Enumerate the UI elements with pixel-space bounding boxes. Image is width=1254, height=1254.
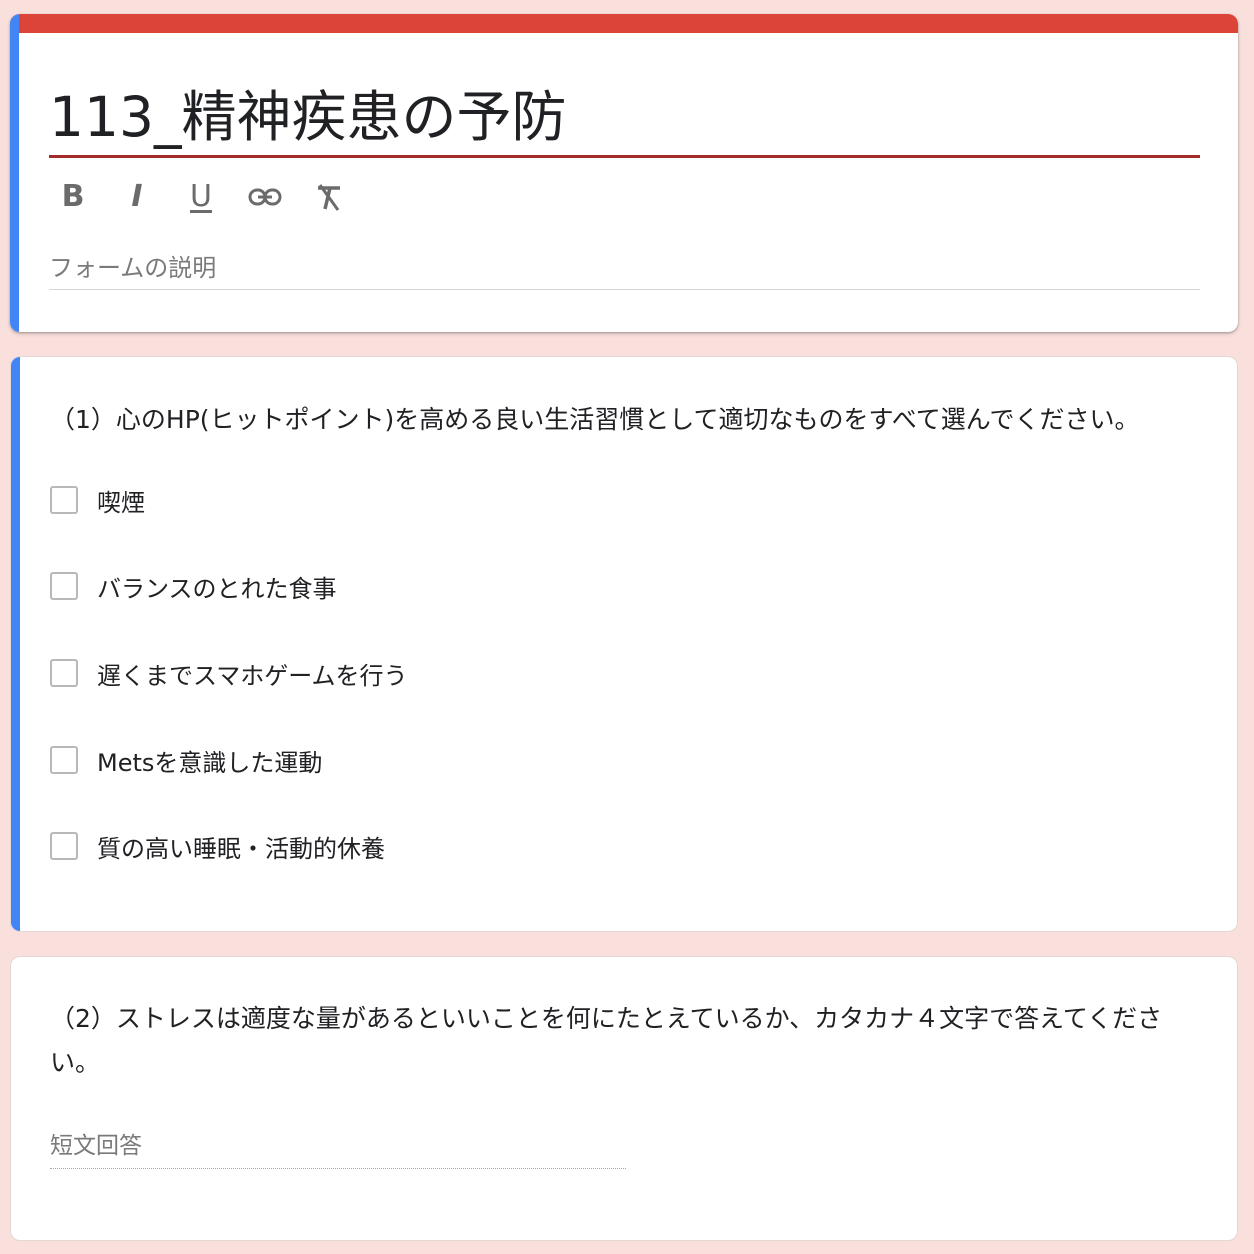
checkbox-option[interactable]: Metsを意識した運動 xyxy=(50,740,322,780)
form-title[interactable]: 113_精神疾患の予防 xyxy=(49,82,566,152)
checkbox[interactable] xyxy=(50,486,78,514)
checkbox-option[interactable]: 遅くまでスマホゲームを行う xyxy=(50,653,408,693)
active-card-indicator xyxy=(10,14,19,332)
option-label: 遅くまでスマホゲームを行う xyxy=(97,661,408,690)
italic-icon: I xyxy=(131,179,143,214)
link-button[interactable] xyxy=(241,174,289,220)
option-label: Metsを意識した運動 xyxy=(97,748,323,777)
italic-button[interactable]: I xyxy=(113,174,161,220)
text-format-toolbar: B I U xyxy=(49,174,369,220)
checkbox[interactable] xyxy=(50,832,78,860)
option-label: バランスのとれた食事 xyxy=(97,574,337,603)
checkbox[interactable] xyxy=(50,659,78,687)
form-description-input[interactable] xyxy=(49,246,1200,290)
clear-format-button[interactable] xyxy=(305,174,353,220)
link-icon xyxy=(248,188,282,206)
underline-button[interactable]: U xyxy=(177,174,225,220)
question-title: （1）心のHP(ヒットポイント)を高める良い生活習慣として適切なものをすべて選ん… xyxy=(50,405,1140,434)
header-color-stripe xyxy=(10,14,1238,33)
checkbox[interactable] xyxy=(50,746,78,774)
question-title: （2）ストレスは適度な量があるといいことを何にたとえているか、カタカナ４文字で答… xyxy=(50,1004,1163,1077)
checkbox[interactable] xyxy=(50,572,78,600)
active-card-indicator xyxy=(11,357,20,931)
option-label: 喫煙 xyxy=(97,488,145,517)
question-card-2[interactable]: （2）ストレスは適度な量があるといいことを何にたとえているか、カタカナ４文字で答… xyxy=(10,956,1238,1241)
question-card-1[interactable]: （1）心のHP(ヒットポイント)を高める良い生活習慣として適切なものをすべて選ん… xyxy=(10,356,1238,932)
checkbox-option[interactable]: バランスのとれた食事 xyxy=(50,566,337,606)
format-clear-icon xyxy=(318,184,340,211)
bold-icon: B xyxy=(61,179,85,214)
checkbox-option[interactable]: 喫煙 xyxy=(50,480,145,520)
title-input-underline xyxy=(49,155,1200,158)
form-header-card[interactable]: 113_精神疾患の予防 B I U xyxy=(10,14,1238,332)
option-label: 質の高い睡眠・活動的休養 xyxy=(97,834,385,863)
checkbox-option[interactable]: 質の高い睡眠・活動的休養 xyxy=(50,826,385,866)
bold-button[interactable]: B xyxy=(49,174,97,220)
short-answer-input[interactable] xyxy=(50,1123,626,1169)
underline-icon: U xyxy=(190,179,212,214)
